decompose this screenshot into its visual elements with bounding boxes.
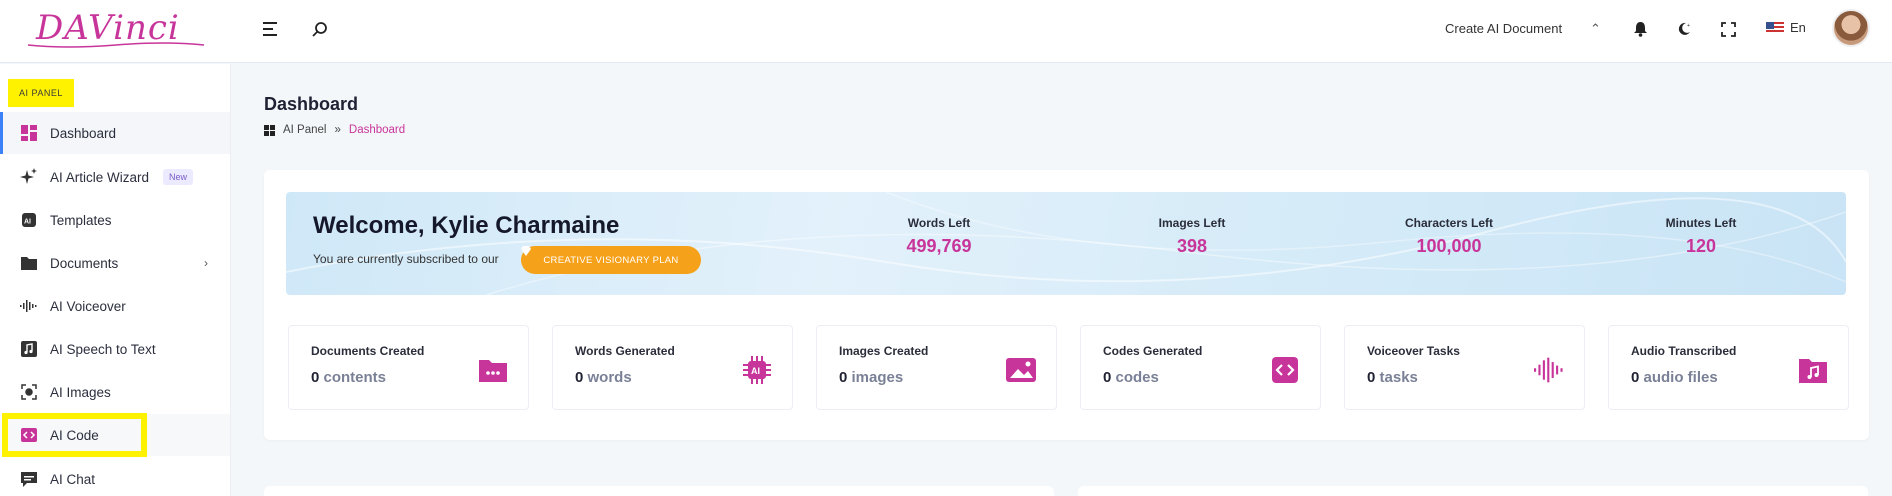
svg-text:+: + [1687,23,1690,29]
banner-wave-decoration [286,192,1846,295]
sidebar-item-label: AI Speech to Text [50,341,156,357]
sidebar-item-ai-article-wizard[interactable]: AI Article Wizard New [0,156,230,198]
sidebar-item-label: AI Article Wizard [50,169,150,185]
music-note-icon [20,340,38,358]
music-note-icon [1798,356,1828,384]
summary-label: Documents Created [311,344,425,358]
stat-words-left: Words Left 499,769 [859,216,1019,257]
stat-label: Images Left [1158,216,1226,230]
plan-label: CREATIVE VISIONARY PLAN [543,254,679,266]
bottom-card-left [264,486,1054,496]
summary-label: Images Created [839,344,929,358]
dashboard-icon [20,124,38,142]
sidebar-item-label: AI Chat [50,471,96,487]
fullscreen-icon[interactable] [1717,18,1739,40]
summary-value: 0 images [839,369,904,386]
stat-label: Words Left [907,216,971,230]
top-header: DAVinci Create AI Document ⌃ + En [0,0,1892,63]
breadcrumb-dashboard: Dashboard [348,124,406,136]
ai-chip-icon: AI [742,356,772,384]
menu-icon[interactable] [260,18,282,40]
chevron-right-icon: › [204,256,208,270]
user-avatar[interactable] [1832,9,1870,47]
stat-label: Minutes Left [1665,216,1737,230]
stat-value: 398 [1176,236,1208,256]
summary-documents-created: Documents Created 0 contents [288,325,529,410]
summary-value: 0 words [575,369,632,386]
summary-audio-transcribed: Audio Transcribed 0 audio files [1608,325,1849,410]
ai-chip-icon: AI [20,211,38,229]
page-title: Dashboard [264,94,359,114]
ai-code-highlight [2,413,147,457]
stat-value: 100,000 [1416,236,1482,256]
svg-text:AI: AI [24,219,31,226]
grid-icon [264,124,275,136]
moon-icon[interactable]: + [1673,18,1695,40]
sidebar-item-documents[interactable]: Documents › [0,242,230,284]
summary-codes-generated: Codes Generated 0 codes [1080,325,1321,410]
stat-images-left: Images Left 398 [1112,216,1272,257]
svg-text:AI: AI [751,366,760,376]
breadcrumb: AI Panel » Dashboard [264,124,405,136]
sidebar-item-ai-speech-to-text[interactable]: AI Speech to Text [0,328,230,370]
sidebar-item-label: Dashboard [50,125,117,141]
summary-value: 0 codes [1103,369,1159,386]
summary-label: Voiceover Tasks [1367,344,1460,358]
sidebar-item-label: Templates [50,212,112,228]
sidebar-item-label: AI Voiceover [50,298,126,314]
us-flag-icon [1766,21,1784,34]
breadcrumb-separator: » [334,124,341,136]
stat-value: 120 [1685,236,1717,256]
sidebar-item-templates[interactable]: AI Templates [0,199,230,241]
summary-value: 0 tasks [1367,369,1418,386]
summary-label: Audio Transcribed [1631,344,1737,358]
stat-label: Characters Left [1404,216,1494,230]
language-selector[interactable]: En [1766,20,1806,35]
brand-logo[interactable]: DAVinci [26,6,216,54]
summary-label: Words Generated [575,344,675,358]
chat-icon [20,470,38,488]
waveform-icon [1534,356,1564,384]
summary-voiceover-tasks: Voiceover Tasks 0 tasks [1344,325,1585,410]
waveform-icon [20,297,38,315]
sidebar-item-ai-images[interactable]: AI Images [0,371,230,413]
sparkle-icon [20,168,38,186]
image-icon [1006,356,1036,384]
summary-label: Codes Generated [1103,344,1203,358]
sidebar-item-label: AI Images [50,384,111,400]
subscription-text: You are currently subscribed to our [313,252,499,266]
folder-icon [478,356,508,384]
folder-icon [20,254,38,272]
chevron-up-icon[interactable]: ⌃ [1590,21,1601,37]
stat-minutes-left: Minutes Left 120 [1621,216,1781,257]
bottom-card-right [1078,486,1868,496]
sidebar-item-label: Documents [50,255,119,271]
summary-value: 0 audio files [1631,369,1718,386]
welcome-title: Welcome, Kylie Charmaine [313,212,620,239]
sidebar-section-label: AI PANEL [8,79,74,107]
welcome-banner: Welcome, Kylie Charmaine You are current… [286,192,1846,295]
image-icon [20,383,38,401]
breadcrumb-ai-panel[interactable]: AI Panel [283,124,326,136]
bell-icon[interactable] [1629,18,1651,40]
create-ai-document-link[interactable]: Create AI Document [1445,21,1562,36]
plan-button[interactable]: CREATIVE VISIONARY PLAN [521,246,701,274]
sidebar-item-ai-chat[interactable]: AI Chat [0,458,230,496]
search-icon[interactable] [309,18,331,40]
sidebar-item-ai-voiceover[interactable]: AI Voiceover [0,285,230,327]
stat-value: 499,769 [906,236,972,256]
stat-characters-left: Characters Left 100,000 [1369,216,1529,257]
code-icon [1270,356,1300,384]
summary-words-generated: Words Generated 0 words AI [552,325,793,410]
logo-swash [27,42,205,48]
summary-value: 0 contents [311,369,387,386]
summary-images-created: Images Created 0 images [816,325,1057,410]
language-label: En [1790,20,1806,35]
sidebar-item-dashboard[interactable]: Dashboard [0,112,230,154]
new-badge: New [163,169,194,185]
diamond-icon [521,246,531,256]
